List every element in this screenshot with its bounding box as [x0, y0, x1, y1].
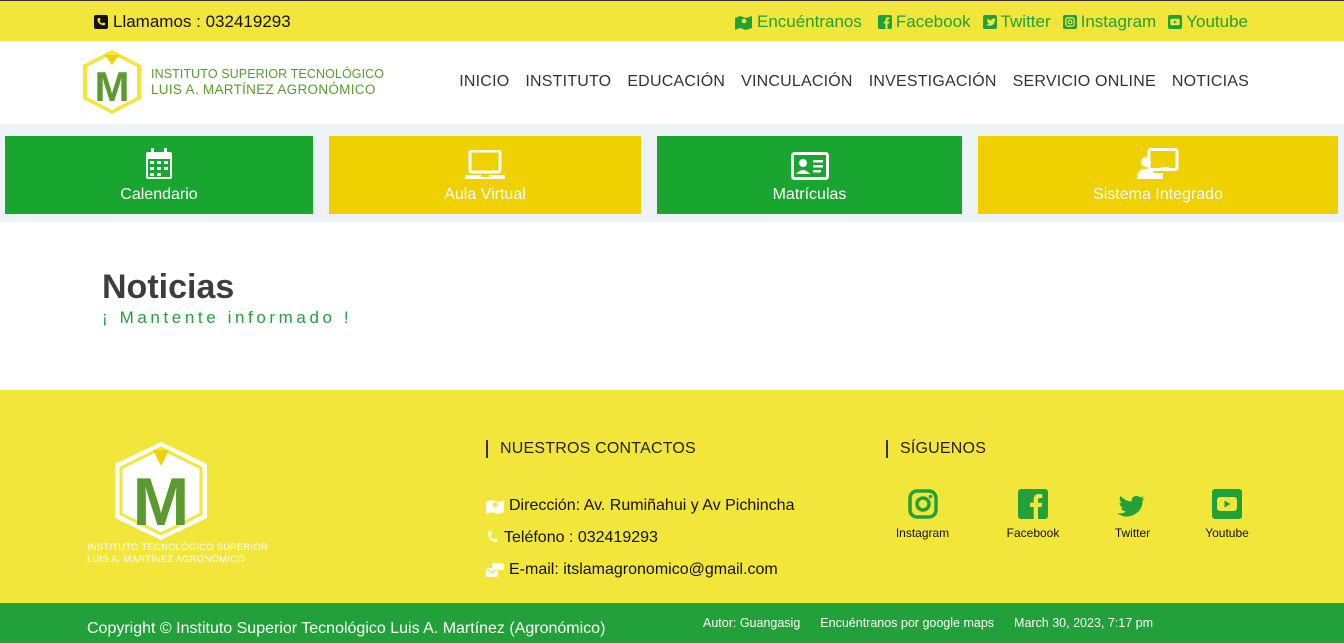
tile-aula-virtual[interactable]: Aula Virtual [329, 136, 641, 214]
nav-investigacion[interactable]: INVESTIGACIÓN [869, 73, 997, 91]
tile-matriculas-label: Matrículas [772, 186, 847, 203]
phone-volume-icon [488, 531, 498, 542]
phone-icon [94, 15, 108, 29]
institute-logo-badge: M [83, 50, 141, 114]
top-link-facebook-label: Facebook [895, 12, 971, 31]
footer-logo-letter: M [133, 464, 190, 540]
contact-phone-text: Teléfono : 032419293 [504, 529, 658, 546]
footer-logo-caption-1: INSTITUTO TECNOLÓGICO SUPERIOR [87, 542, 268, 553]
page-subtitle: ¡ Mantente informado ! [102, 308, 353, 327]
contact-address-text: Dirección: Av. Rumiñahui y Av Pichincha [509, 497, 795, 514]
instagram-icon [1062, 15, 1077, 29]
instagram-icon [907, 488, 938, 520]
site-header: M INSTITUTO SUPERIOR TECNOLÓGICO LUIS A.… [0, 41, 1344, 124]
footer-social-youtube[interactable]: Youtube [1202, 488, 1252, 540]
facebook-icon [877, 15, 892, 29]
tile-calendario[interactable]: Calendario [5, 136, 313, 214]
footer-social-instagram[interactable]: Instagram [895, 488, 950, 540]
contact-phone: Teléfono : 032419293 [486, 529, 658, 547]
page-title: Noticias [102, 268, 235, 306]
tile-aula-virtual-label: Aula Virtual [444, 186, 526, 203]
footer-social-facebook-label: Facebook [1006, 526, 1060, 540]
laptop-icon [465, 146, 505, 180]
phone-label: Llamamos : 032419293 [113, 12, 291, 31]
bottom-links: Autor: Guangasig Encuéntranos por google… [703, 616, 1153, 630]
bottom-bar: Copyright © Instituto Superior Tecnológi… [0, 603, 1344, 643]
logo-text: INSTITUTO SUPERIOR TECNOLÓGICO LUIS A. M… [151, 67, 384, 97]
top-link-youtube-label: Youtube [1186, 12, 1248, 31]
twitter-icon [1116, 488, 1149, 520]
mail-bulk-icon [486, 563, 504, 577]
main-nav: INICIO INSTITUTO EDUCACIÓN VINCULACIÓN I… [459, 73, 1249, 91]
footer-logo: M [115, 442, 207, 540]
contact-address: Dirección: Av. Rumiñahui y Av Pichincha [486, 497, 794, 515]
nav-servicio-online[interactable]: SERVICIO ONLINE [1013, 73, 1156, 91]
footer-social-twitter[interactable]: Twitter [1110, 488, 1155, 540]
nav-vinculacion[interactable]: VINCULACIÓN [741, 73, 853, 91]
contact-email: E-mail: itslamagronomico@gmail.com [486, 561, 778, 579]
tile-calendario-label: Calendario [120, 186, 198, 203]
logo-letter: M [95, 63, 130, 110]
footer-social-facebook[interactable]: Facebook [1003, 488, 1063, 540]
top-link-instagram-label: Instagram [1080, 12, 1157, 31]
tile-sistema-integrado[interactable]: Sistema Integrado [978, 136, 1338, 214]
presenter-icon [1137, 146, 1179, 180]
top-link-facebook[interactable]: Facebook [877, 12, 971, 32]
footer-logo-caption: INSTITUTO TECNOLÓGICO SUPERIOR LUIS A. M… [87, 542, 268, 566]
top-link-twitter[interactable]: Twitter [982, 12, 1051, 32]
youtube-icon [1168, 15, 1183, 29]
calendar-icon [145, 146, 173, 180]
map-marker-icon [486, 500, 504, 514]
facebook-icon [1018, 488, 1048, 520]
tile-sistema-integrado-label: Sistema Integrado [1093, 186, 1223, 203]
tile-matriculas[interactable]: Matrículas [657, 136, 962, 214]
phone-info: Llamamos : 032419293 [94, 12, 291, 32]
footer-social-youtube-label: Youtube [1205, 526, 1249, 540]
nav-inicio[interactable]: INICIO [459, 73, 509, 91]
footer-social-twitter-label: Twitter [1114, 526, 1151, 540]
author-text: Autor: Guangasig [703, 616, 801, 630]
footer-social-instagram-label: Instagram [895, 526, 950, 540]
map-icon [734, 15, 752, 30]
nav-noticias[interactable]: NOTICIAS [1172, 73, 1249, 91]
quick-access-band: Calendario Aula Virtual Matrículas Siste… [0, 124, 1344, 222]
top-link-youtube[interactable]: Youtube [1168, 12, 1248, 32]
top-link-map-label: Encuéntranos [756, 12, 862, 31]
nav-educacion[interactable]: EDUCACIÓN [627, 73, 725, 91]
top-link-twitter-label: Twitter [1000, 12, 1051, 31]
main-content: Noticias ¡ Mantente informado ! [0, 222, 1344, 390]
top-social-links: Encuéntranos Facebook Twitter Instagram … [734, 12, 1248, 32]
logo-line-1: INSTITUTO SUPERIOR TECNOLÓGICO [151, 67, 385, 81]
google-maps-link[interactable]: Encuéntranos por google maps [820, 616, 994, 630]
contacts-heading: NUESTROS CONTACTOS [486, 440, 696, 458]
youtube-icon [1212, 488, 1242, 520]
contact-email-text: E-mail: itslamagronomico@gmail.com [509, 561, 778, 578]
site-logo[interactable]: M INSTITUTO SUPERIOR TECNOLÓGICO LUIS A.… [81, 49, 384, 115]
site-footer: M INSTITUTO TECNOLÓGICO SUPERIOR LUIS A.… [0, 390, 1344, 603]
social-heading: SÍGUENOS [886, 440, 986, 458]
twitter-icon [982, 15, 997, 29]
copyright-text: Copyright © Instituto Superior Tecnológi… [87, 620, 606, 637]
nav-instituto[interactable]: INSTITUTO [525, 73, 611, 91]
top-link-instagram[interactable]: Instagram [1062, 12, 1157, 32]
date-text: March 30, 2023, 7:17 pm [1014, 616, 1154, 630]
top-bar: Llamamos : 032419293 Encuéntranos Facebo… [0, 0, 1344, 41]
footer-logo-caption-2: LUIS A. MARTÍNEZ AGRONÓMICO [87, 554, 245, 565]
top-link-map[interactable]: Encuéntranos [734, 12, 862, 32]
id-card-icon [790, 146, 829, 180]
logo-line-2: LUIS A. MARTÍNEZ AGRONÓMICO [151, 82, 376, 97]
